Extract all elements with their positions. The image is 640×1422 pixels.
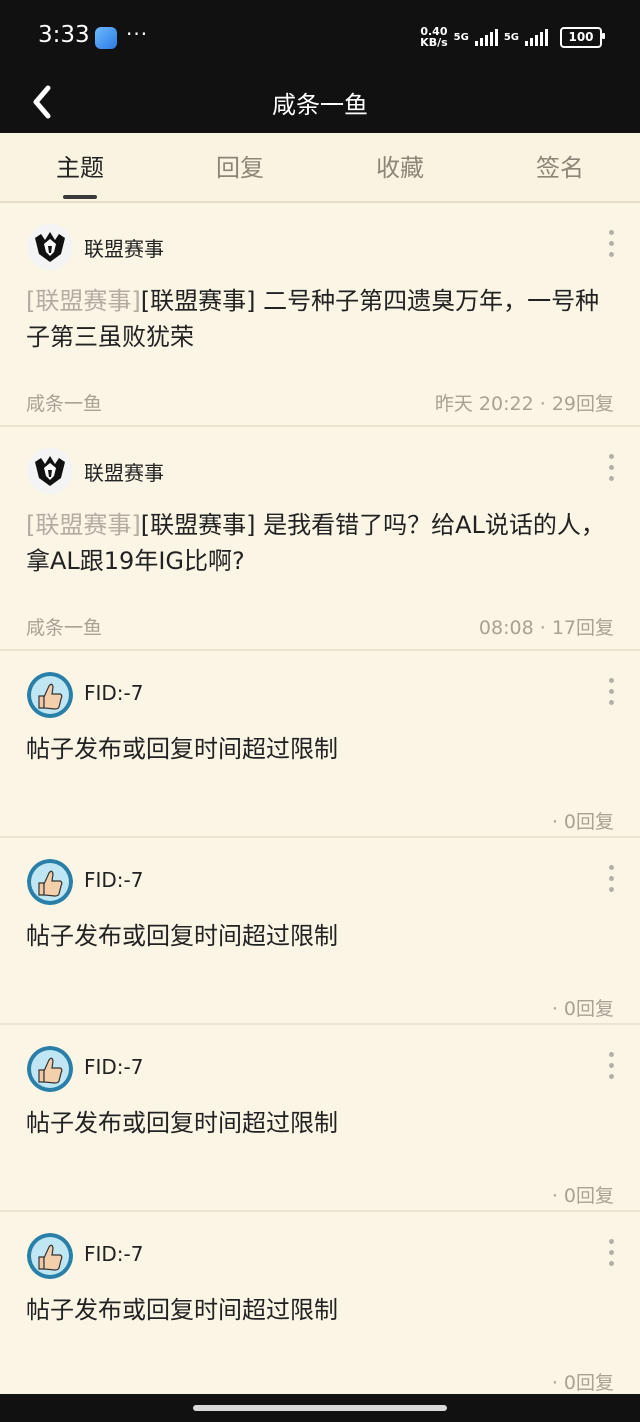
network-type-1: 5G	[453, 31, 469, 43]
tab-replies[interactable]: 回复	[160, 133, 320, 201]
network-speed: 0.40 KB/s	[420, 25, 448, 49]
author-name[interactable]: FID:-7	[84, 681, 143, 705]
post-tag: [联盟赛事]	[26, 511, 141, 539]
signal-icon	[474, 28, 498, 46]
reply-count: · 17回复	[539, 617, 614, 639]
more-vertical-icon[interactable]	[606, 865, 616, 899]
post-user: 咸条一鱼	[26, 617, 103, 639]
signal-icon	[525, 28, 548, 46]
author-name[interactable]: FID:-7	[84, 1242, 143, 1266]
post-title[interactable]: 帖子发布或回复时间超过限制	[0, 1292, 640, 1328]
post-meta: 咸条一鱼 昨天 20:22 · 29回复	[0, 373, 640, 433]
list-item[interactable]: FID:-7 帖子发布或回复时间超过限制 · 0回复	[0, 1212, 640, 1397]
post-list: 联盟赛事 [联盟赛事][联盟赛事] 二号种子第四遗臭万年，一号种子第三虽败犹荣 …	[0, 203, 640, 1397]
list-item[interactable]: FID:-7 帖子发布或回复时间超过限制 · 0回复	[0, 1025, 640, 1212]
more-vertical-icon[interactable]	[606, 1052, 616, 1086]
lol-league-avatar[interactable]	[27, 448, 73, 494]
author-name[interactable]: FID:-7	[84, 1055, 143, 1079]
post-user: 咸条一鱼	[26, 393, 103, 415]
author-name[interactable]: 联盟赛事	[84, 457, 164, 486]
network-type-2: 5G	[503, 31, 519, 43]
more-vertical-icon[interactable]	[606, 678, 616, 712]
tab-topics[interactable]: 主题	[0, 133, 160, 201]
more-vertical-icon[interactable]	[606, 230, 616, 264]
home-gesture-handle[interactable]	[193, 1405, 447, 1411]
thumbs-up-avatar[interactable]	[27, 1233, 73, 1279]
list-item[interactable]: FID:-7 帖子发布或回复时间超过限制 · 0回复	[0, 651, 640, 838]
thumbs-up-avatar[interactable]	[27, 672, 73, 718]
post-title[interactable]: [联盟赛事][联盟赛事] 二号种子第四遗臭万年，一号种子第三虽败犹荣	[0, 283, 640, 355]
list-item[interactable]: 联盟赛事 [联盟赛事][联盟赛事] 二号种子第四遗臭万年，一号种子第三虽败犹荣 …	[0, 203, 640, 427]
reply-count: · 0回复	[551, 998, 614, 1020]
reply-count: · 0回复	[551, 1185, 614, 1207]
thumbs-up-avatar[interactable]	[27, 859, 73, 905]
list-item[interactable]: 联盟赛事 [联盟赛事][联盟赛事] 是我看错了吗？给AL说话的人，拿AL跟19年…	[0, 427, 640, 651]
post-meta: 咸条一鱼 08:08 · 17回复	[0, 597, 640, 657]
lol-league-avatar[interactable]	[27, 224, 73, 270]
thumbs-up-avatar[interactable]	[27, 1046, 73, 1092]
post-title[interactable]: 帖子发布或回复时间超过限制	[0, 1105, 640, 1141]
tab-signature[interactable]: 签名	[480, 133, 640, 201]
tab-favorites[interactable]: 收藏	[320, 133, 480, 201]
post-title[interactable]: [联盟赛事][联盟赛事] 是我看错了吗？给AL说话的人，拿AL跟19年IG比啊?	[0, 507, 640, 579]
navigation-bar	[0, 1394, 640, 1422]
battery-icon: 100	[560, 26, 605, 48]
more-notifications-icon: ···	[126, 22, 149, 46]
more-vertical-icon[interactable]	[606, 454, 616, 488]
reply-count: · 29回复	[539, 393, 614, 415]
post-tag: [联盟赛事]	[26, 287, 141, 315]
reply-count: · 0回复	[551, 811, 614, 833]
list-item[interactable]: FID:-7 帖子发布或回复时间超过限制 · 0回复	[0, 838, 640, 1025]
reply-count: · 0回复	[551, 1372, 614, 1394]
clock: 3:33	[38, 22, 90, 48]
status-icons: 0.40 KB/s 5G 5G 100	[420, 24, 605, 50]
title-bar: 咸条一鱼	[0, 70, 640, 133]
page-title: 咸条一鱼	[272, 91, 368, 119]
post-time: 08:08	[478, 617, 534, 639]
active-tab-indicator	[63, 195, 97, 199]
app-notification-icon	[95, 27, 117, 49]
status-bar: 3:33 ··· 0.40 KB/s 5G 5G 100	[0, 0, 640, 70]
post-time: 昨天 20:22	[434, 393, 534, 415]
tab-bar: 主题 回复 收藏 签名	[0, 133, 640, 203]
author-name[interactable]: 联盟赛事	[84, 233, 164, 262]
more-vertical-icon[interactable]	[606, 1239, 616, 1273]
author-name[interactable]: FID:-7	[84, 868, 143, 892]
post-title[interactable]: 帖子发布或回复时间超过限制	[0, 731, 640, 767]
post-title[interactable]: 帖子发布或回复时间超过限制	[0, 918, 640, 954]
